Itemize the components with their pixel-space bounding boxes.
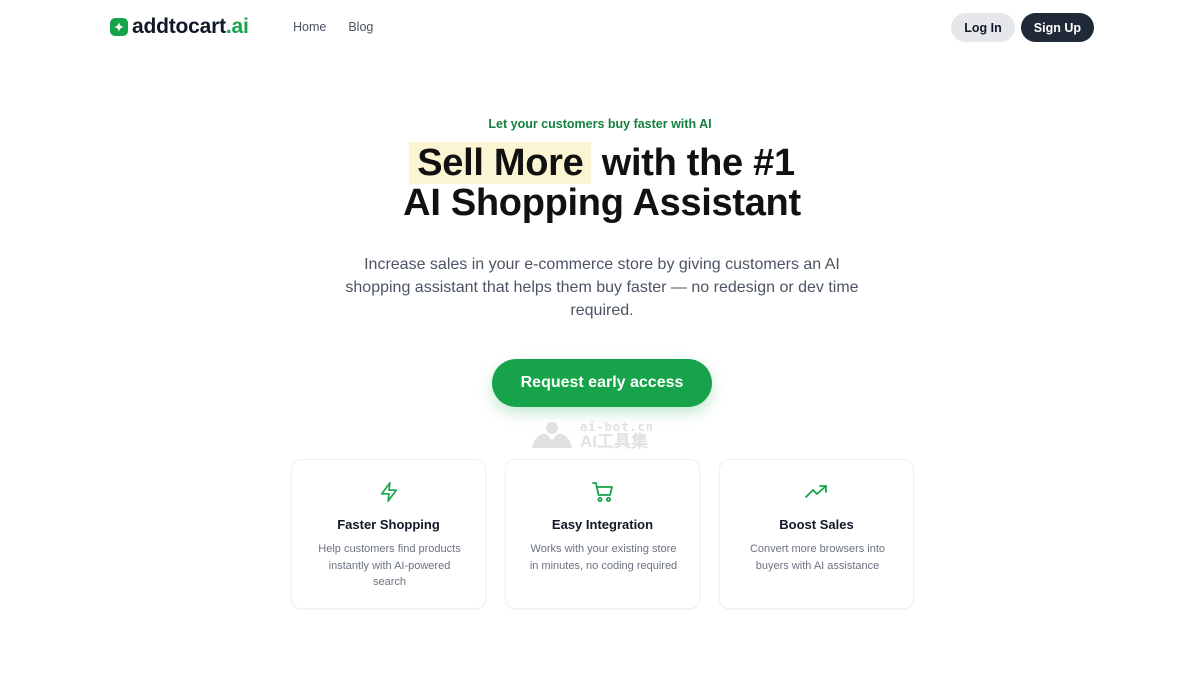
nav-link-home[interactable]: Home <box>293 19 326 35</box>
headline-line2: AI Shopping Assistant <box>403 182 801 224</box>
feature-card-boost-sales: Boost Sales Convert more browsers into b… <box>719 459 914 609</box>
logo-text: addtocart.ai <box>132 14 249 40</box>
watermark-text: ai-bot.cn AI工具集 <box>580 421 654 450</box>
site-header: addtocart.ai Home Blog Log In Sign Up <box>0 0 1200 56</box>
lightning-icon <box>292 480 485 504</box>
trending-up-icon <box>720 480 913 504</box>
hero-subtitle: Increase sales in your e-commerce store … <box>345 256 859 319</box>
logo-name: addtocart <box>132 15 226 38</box>
feature-title: Faster Shopping <box>337 517 440 532</box>
nav-link-blog[interactable]: Blog <box>348 19 373 35</box>
headline-rest: with the #1 <box>591 142 795 184</box>
watermark-logo-icon <box>532 422 572 448</box>
watermark-name: AI工具集 <box>580 431 648 451</box>
feature-description: Works with your existing store in minute… <box>529 543 678 572</box>
landing-page: addtocart.ai Home Blog Log In Sign Up Le… <box>0 0 1200 675</box>
logo[interactable]: addtocart.ai <box>110 14 249 40</box>
hero-headline: Sell More with the #1 AI Shopping Assist… <box>0 142 1200 224</box>
headline-highlight: Sell More <box>409 142 592 184</box>
login-button[interactable]: Log In <box>951 13 1015 42</box>
main-nav: Home Blog <box>293 19 373 35</box>
sparkle-icon <box>110 18 128 36</box>
logo-suffix: .ai <box>225 15 249 38</box>
feature-description: Help customers find products instantly w… <box>318 543 461 588</box>
watermark: ai-bot.cn AI工具集 <box>530 420 654 450</box>
feature-card-easy-integration: Easy Integration Works with your existin… <box>505 459 700 609</box>
watermark-domain: ai-bot.cn <box>580 419 655 434</box>
feature-card-faster-shopping: Faster Shopping Help customers find prod… <box>291 459 486 609</box>
feature-title: Boost Sales <box>779 517 854 532</box>
feature-description: Convert more browsers into buyers with A… <box>749 543 886 572</box>
feature-title: Easy Integration <box>551 517 654 532</box>
request-access-button[interactable]: Request early access <box>492 359 712 407</box>
hero-eyebrow: Let your customers buy faster with AI <box>488 117 712 131</box>
shopping-cart-icon <box>506 480 699 504</box>
auth-buttons: Log In Sign Up <box>951 13 1094 42</box>
signup-button[interactable]: Sign Up <box>1020 13 1094 42</box>
